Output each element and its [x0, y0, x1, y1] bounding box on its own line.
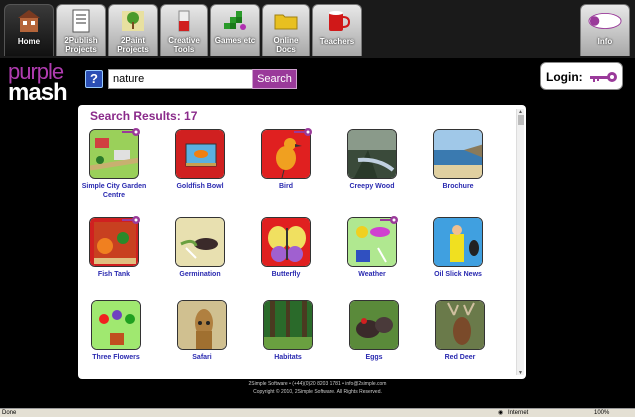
eggs-thumbnail — [349, 300, 399, 350]
browser-status-bar: Done ◉ Internet 100% — [0, 408, 635, 417]
house-icon — [18, 10, 40, 32]
result-item[interactable]: Habitats — [248, 300, 328, 362]
tab-label: Online Docs — [273, 36, 299, 54]
key-lock-icon — [380, 216, 398, 224]
scroll-thumb[interactable] — [518, 115, 524, 125]
scrollbar[interactable]: ▲ ▼ — [516, 109, 524, 376]
tab-label: 2Paint Projects — [117, 36, 149, 54]
result-caption: Butterfly — [271, 271, 301, 278]
result-caption: Weather — [358, 271, 386, 278]
footer-copyright: Copyright © 2010, 2Simple Software. All … — [253, 389, 382, 395]
result-item[interactable]: Goldfish Bowl — [160, 129, 240, 191]
germination-thumbnail — [175, 217, 225, 267]
games-blocks-icon — [224, 11, 246, 30]
result-caption: Three Flowers — [92, 354, 140, 361]
result-item[interactable]: Simple City Garden Centre — [74, 128, 154, 200]
top-tab-bar: Home 2Publish Projects 2Paint Projects C… — [0, 0, 635, 58]
login-label: Login: — [546, 70, 583, 84]
tab-creative-tools[interactable]: Creative Tools — [160, 4, 208, 56]
result-item[interactable]: Three Flowers — [76, 300, 156, 362]
butterfly-thumbnail — [261, 217, 311, 267]
scroll-up-icon[interactable]: ▲ — [518, 109, 524, 115]
footer-contact: 2Simple Software • (+44)(0)20 8203 1781 … — [248, 381, 387, 387]
result-caption: Bird — [279, 183, 293, 190]
result-item[interactable]: Bird — [246, 128, 326, 191]
result-caption: Brochure — [442, 183, 474, 190]
key-lock-icon — [122, 216, 140, 224]
help-button[interactable]: ? — [85, 70, 103, 88]
result-caption: Safari — [192, 354, 212, 361]
safari-thumbnail — [177, 300, 227, 350]
tab-label: Creative Tools — [168, 36, 200, 54]
login-button[interactable]: Login: — [540, 62, 623, 90]
key-icon — [590, 72, 617, 82]
globe-icon: ◉ — [498, 410, 504, 416]
result-caption: Simple City Garden Centre — [81, 183, 147, 199]
tab-info[interactable]: Info — [580, 4, 630, 56]
tab-label: Games etc — [214, 36, 256, 45]
tab-2paint-projects[interactable]: 2Paint Projects — [108, 4, 158, 56]
result-item[interactable]: Oil Slick News — [418, 217, 498, 279]
result-item[interactable]: Germination — [160, 217, 240, 279]
result-caption: Germination — [179, 271, 221, 278]
result-item[interactable]: Weather — [332, 216, 412, 279]
tab-2publish-projects[interactable]: 2Publish Projects — [56, 4, 106, 56]
result-item[interactable]: Creepy Wood — [332, 129, 412, 191]
mug-icon — [329, 11, 350, 31]
result-caption: Oil Slick News — [434, 271, 482, 278]
tab-label: 2Publish Projects — [64, 36, 98, 54]
tree-painting-icon — [122, 11, 144, 31]
document-icon — [72, 9, 90, 33]
tab-label: Home — [17, 37, 41, 46]
tab-home[interactable]: Home — [4, 4, 54, 56]
result-caption: Fish Tank — [97, 271, 131, 278]
result-caption: Habitats — [274, 354, 302, 361]
result-caption: Eggs — [365, 354, 383, 361]
result-item[interactable]: Butterfly — [246, 217, 326, 279]
search-input[interactable] — [108, 69, 253, 89]
red-deer-thumbnail — [435, 300, 485, 350]
result-item[interactable]: Eggs — [334, 300, 414, 362]
paint-pot-icon — [178, 10, 190, 32]
zone-text: Internet — [508, 410, 529, 416]
tab-label: Info — [597, 37, 613, 46]
scroll-down-icon[interactable]: ▼ — [518, 370, 524, 376]
key-lock-icon — [122, 128, 140, 136]
results-title: Search Results: 17 — [90, 109, 198, 123]
key-lock-icon — [294, 128, 312, 136]
result-item[interactable]: Safari — [162, 300, 242, 362]
tab-games-etc[interactable]: Games etc — [210, 4, 260, 56]
three-flowers-thumbnail — [91, 300, 141, 350]
result-item[interactable]: Brochure — [418, 129, 498, 191]
result-caption: Red Deer — [444, 354, 476, 361]
purple-mash-logo[interactable]: purple mash — [8, 61, 78, 106]
result-caption: Creepy Wood — [349, 183, 395, 190]
logo-line-2: mash — [8, 79, 68, 106]
search-button[interactable]: Search — [252, 69, 297, 89]
oil-slick-news-thumbnail — [433, 217, 483, 267]
folder-icon — [274, 14, 298, 30]
zoom-level[interactable]: 100% — [594, 409, 609, 417]
creepy-wood-thumbnail — [347, 129, 397, 179]
goldfish-bowl-thumbnail — [175, 129, 225, 179]
tab-label: Teachers — [319, 37, 355, 46]
result-item[interactable]: Fish Tank — [74, 216, 154, 279]
result-caption: Goldfish Bowl — [176, 183, 224, 190]
tab-teachers[interactable]: Teachers — [312, 4, 362, 56]
search-results-panel: Search Results: 17 ▲ ▼ Simple City Garde… — [78, 105, 526, 379]
2simple-logo-icon — [588, 12, 622, 30]
tab-online-docs[interactable]: Online Docs — [262, 4, 310, 56]
page-footer: 2Simple Software • (+44)(0)20 8203 1781 … — [0, 380, 635, 396]
status-text: Done — [2, 410, 17, 416]
result-item[interactable]: Red Deer — [420, 300, 500, 362]
habitats-thumbnail — [263, 300, 313, 350]
brochure-thumbnail — [433, 129, 483, 179]
